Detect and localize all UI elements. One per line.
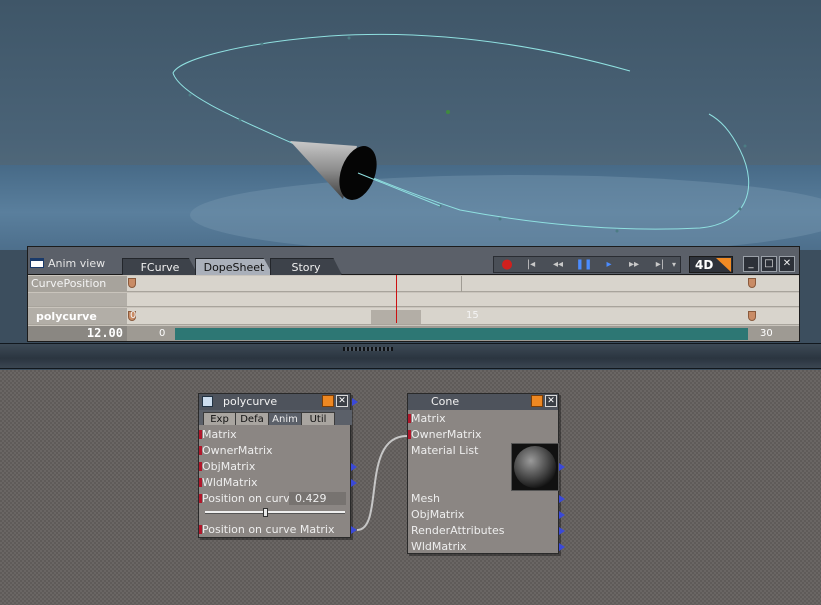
node-color-button[interactable]: [531, 395, 543, 407]
node-cone-title: Cone: [431, 395, 460, 408]
splitter-grip[interactable]: [343, 347, 393, 351]
anim-view-title: Anim view: [48, 257, 106, 270]
close-button[interactable]: ✕: [779, 256, 795, 272]
dropdown-arrow-icon[interactable]: ▾: [668, 258, 680, 272]
port-objmatrix[interactable]: ObjMatrix: [408, 507, 565, 523]
ruler-start-label: 0: [130, 310, 137, 321]
port-matrix[interactable]: Matrix: [199, 427, 350, 443]
node-color-button[interactable]: [322, 395, 334, 407]
ruler-mid-label: 15: [466, 310, 479, 321]
port-position-on-curve-matrix[interactable]: Position on curve Matrix: [199, 522, 357, 538]
param-label: Position on curve: [202, 492, 297, 505]
anim-view-panel: Anim view FCurve DopeSheet Story ● |◂ ◂◂…: [27, 246, 800, 342]
material-output-pin[interactable]: [559, 463, 565, 471]
frame-range-slider[interactable]: [175, 328, 748, 340]
frame-start[interactable]: 0: [159, 327, 165, 340]
node-close-button[interactable]: ✕: [545, 395, 557, 407]
node-polycurve-title: polycurve: [223, 395, 278, 408]
param-slider-thumb[interactable]: [263, 508, 268, 517]
track-curveposition[interactable]: CurvePosition: [28, 276, 799, 292]
tab-fcurve[interactable]: FCurve: [122, 258, 198, 275]
port-ownermatrix[interactable]: OwnerMatrix: [408, 427, 558, 443]
node-output-pin[interactable]: [352, 398, 358, 406]
material-preview[interactable]: [511, 443, 559, 491]
node-polycurve-header[interactable]: polycurve ✕: [199, 394, 350, 410]
port-wldmatrix[interactable]: WldMatrix: [408, 539, 565, 555]
frame-range-bar: 12.00 0 30: [28, 326, 799, 341]
node-tabs: Exp Defa Anim Util: [199, 410, 352, 425]
frame-end[interactable]: 30: [760, 327, 773, 340]
step-forward-icon[interactable]: ▸▸: [625, 258, 643, 272]
port-matrix[interactable]: Matrix: [408, 411, 558, 427]
panel-splitter[interactable]: [0, 343, 821, 369]
keyframe-marker[interactable]: [748, 311, 756, 321]
goto-end-icon[interactable]: ▸|: [651, 258, 669, 272]
playback-controls: ● |◂ ◂◂ ❚❚ ▸ ▸▸ ▸| ▾: [493, 256, 681, 273]
node-tab-util[interactable]: Util: [301, 412, 335, 425]
keyframe-marker[interactable]: [128, 278, 136, 288]
scene: [172, 33, 821, 250]
port-objmatrix[interactable]: ObjMatrix: [199, 459, 357, 475]
current-frame[interactable]: 12.00: [28, 326, 127, 341]
port-renderattributes[interactable]: RenderAttributes: [408, 523, 565, 539]
param-slider-track[interactable]: [205, 508, 345, 517]
pause-icon[interactable]: ❚❚: [575, 258, 593, 272]
port-wldmatrix[interactable]: WldMatrix: [199, 475, 357, 491]
port-ownermatrix[interactable]: OwnerMatrix: [199, 443, 350, 459]
step-back-icon[interactable]: ◂◂: [549, 258, 567, 272]
record-icon[interactable]: ●: [498, 258, 516, 272]
anim-view-titlebar: Anim view FCurve DopeSheet Story ● |◂ ◂◂…: [28, 247, 799, 275]
node-tab-exp[interactable]: Exp: [203, 412, 236, 425]
play-icon[interactable]: ▸: [600, 258, 618, 272]
keyframe-marker[interactable]: [748, 278, 756, 288]
node-cone[interactable]: Cone ✕ Matrix OwnerMatrix Material List …: [407, 393, 565, 555]
3d-viewport[interactable]: [0, 0, 821, 250]
track-spacer: [28, 293, 799, 307]
goto-start-icon[interactable]: |◂: [522, 258, 540, 272]
minimize-button[interactable]: _: [743, 256, 759, 272]
node-type-icon: [202, 396, 213, 407]
time-cursor[interactable]: [396, 275, 397, 323]
mode-4d-button[interactable]: 4D: [689, 256, 733, 273]
param-value-field[interactable]: 0.429: [289, 492, 346, 505]
node-cone-header[interactable]: Cone ✕: [408, 394, 558, 410]
node-polycurve[interactable]: polycurve ✕ Exp Defa Anim Util Matrix Ow…: [198, 393, 358, 538]
node-tab-defa[interactable]: Defa: [235, 412, 269, 425]
corner-triangle-icon: [716, 258, 731, 272]
tab-story[interactable]: Story: [270, 258, 342, 275]
node-graph[interactable]: polycurve ✕ Exp Defa Anim Util Matrix Ow…: [0, 370, 821, 605]
node-tab-anim[interactable]: Anim: [268, 412, 302, 425]
mode-4d-label: 4D: [695, 258, 714, 272]
track-polycurve[interactable]: polycurve 0 15: [28, 308, 799, 325]
tab-dopesheet[interactable]: DopeSheet: [195, 258, 273, 275]
node-close-button[interactable]: ✕: [336, 395, 348, 407]
maximize-button[interactable]: □: [761, 256, 777, 272]
port-position-on-curve[interactable]: Position on curve 0.429: [199, 491, 350, 507]
track-label-curveposition: CurvePosition: [28, 276, 127, 291]
track-label-polycurve: polycurve: [28, 308, 127, 324]
port-mesh[interactable]: Mesh: [408, 491, 565, 507]
